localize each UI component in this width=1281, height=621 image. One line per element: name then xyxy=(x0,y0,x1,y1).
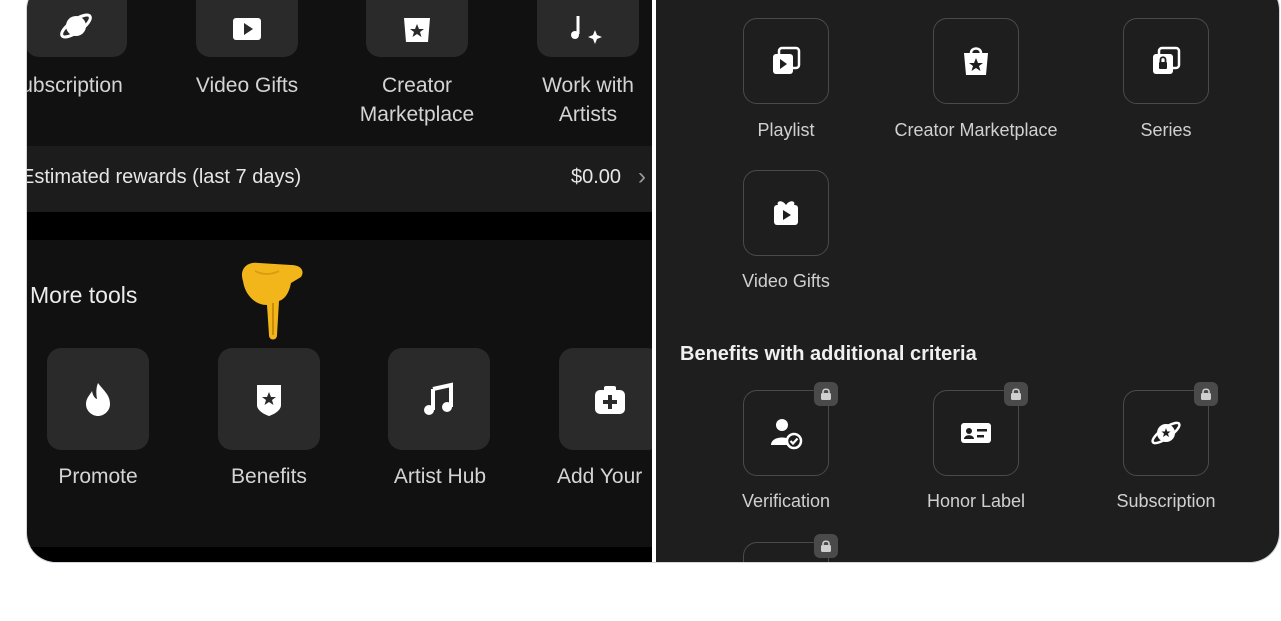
label-playlist: Playlist xyxy=(757,120,815,140)
label-promote: Promote xyxy=(58,465,138,488)
lock-badge xyxy=(1194,382,1218,406)
video-gift-icon xyxy=(774,201,798,225)
benefits-section-title: Benefits with additional criteria xyxy=(680,343,977,365)
tile-creator-marketplace[interactable] xyxy=(366,0,468,57)
more-tools-title: More tools xyxy=(30,282,138,308)
label-honor-label: Honor Label xyxy=(926,491,1026,511)
tile-add-your[interactable] xyxy=(559,348,652,450)
label-subscription: ubscription xyxy=(27,74,123,97)
tile-creator-marketplace-right[interactable] xyxy=(933,18,1019,104)
label-video-gifts-right: Video Gifts xyxy=(742,271,830,291)
label-creator-marketplace: Creator Marketplace xyxy=(337,71,497,129)
left-panel: ubscription Video Gifts Creator Marketpl… xyxy=(27,0,652,562)
tile-benefits[interactable] xyxy=(218,348,320,450)
lock-icon xyxy=(1201,388,1211,400)
tile-video-gifts-right[interactable] xyxy=(743,170,829,256)
label-line: Work with xyxy=(542,74,634,97)
lock-icon xyxy=(1011,388,1021,400)
benefits-badge-icon xyxy=(257,385,281,416)
tile-playlist[interactable] xyxy=(743,18,829,104)
add-plus-icon xyxy=(595,386,625,414)
tile-artist-hub[interactable] xyxy=(388,348,490,450)
label-add-your: Add Your xyxy=(557,465,643,488)
pointing-hand-emoji xyxy=(241,262,303,340)
music-sparkle-icon xyxy=(571,16,602,44)
label-creator-marketplace-right: Creator Marketplace xyxy=(894,120,1058,140)
lock-badge xyxy=(1004,382,1028,406)
video-gift-icon xyxy=(233,18,261,40)
lock-badge xyxy=(814,382,838,406)
label-series: Series xyxy=(1140,120,1192,140)
rewards-value: $0.00 xyxy=(571,166,622,188)
flame-icon xyxy=(86,383,110,416)
verified-user-icon xyxy=(771,419,803,450)
label-line: Marketplace xyxy=(359,103,475,126)
tile-work-with-artists[interactable] xyxy=(537,0,639,57)
music-note-icon xyxy=(424,382,453,415)
bottom-separator xyxy=(27,547,652,562)
rewards-label: Estimated rewards (last 7 days) xyxy=(27,166,302,188)
label-work-with-artists: Work with Artists xyxy=(513,71,652,129)
chevron-right-icon: › xyxy=(638,163,646,190)
subscription-icon xyxy=(60,13,92,39)
label-subscription-right: Subscription xyxy=(1116,491,1216,511)
label-line: Artists xyxy=(558,103,618,126)
lock-icon xyxy=(821,540,831,552)
tile-subscription[interactable] xyxy=(27,0,127,57)
label-artist-hub: Artist Hub xyxy=(393,465,487,488)
right-panel: Playlist Creator Marketplace Series Vide… xyxy=(656,0,1279,562)
section-separator xyxy=(27,212,652,240)
rewards-row[interactable]: Estimated rewards (last 7 days) $0.00 › xyxy=(27,146,652,212)
tile-series[interactable] xyxy=(1123,18,1209,104)
lock-badge xyxy=(814,534,838,558)
shopping-bag-star-icon xyxy=(964,47,988,75)
label-line: Creator xyxy=(381,74,453,97)
label-verification: Verification xyxy=(741,491,831,511)
tile-video-gifts[interactable] xyxy=(196,0,298,57)
screenshot-frame: ubscription Video Gifts Creator Marketpl… xyxy=(26,0,1280,563)
label-benefits: Benefits xyxy=(231,465,307,488)
lock-icon xyxy=(821,388,831,400)
subscription-icon xyxy=(1151,421,1181,445)
label-video-gifts: Video Gifts xyxy=(195,74,299,97)
series-icon xyxy=(1153,46,1181,74)
playlist-icon xyxy=(773,46,801,74)
tile-promote[interactable] xyxy=(47,348,149,450)
shopping-bag-star-icon xyxy=(404,18,430,42)
id-card-icon xyxy=(961,423,991,443)
